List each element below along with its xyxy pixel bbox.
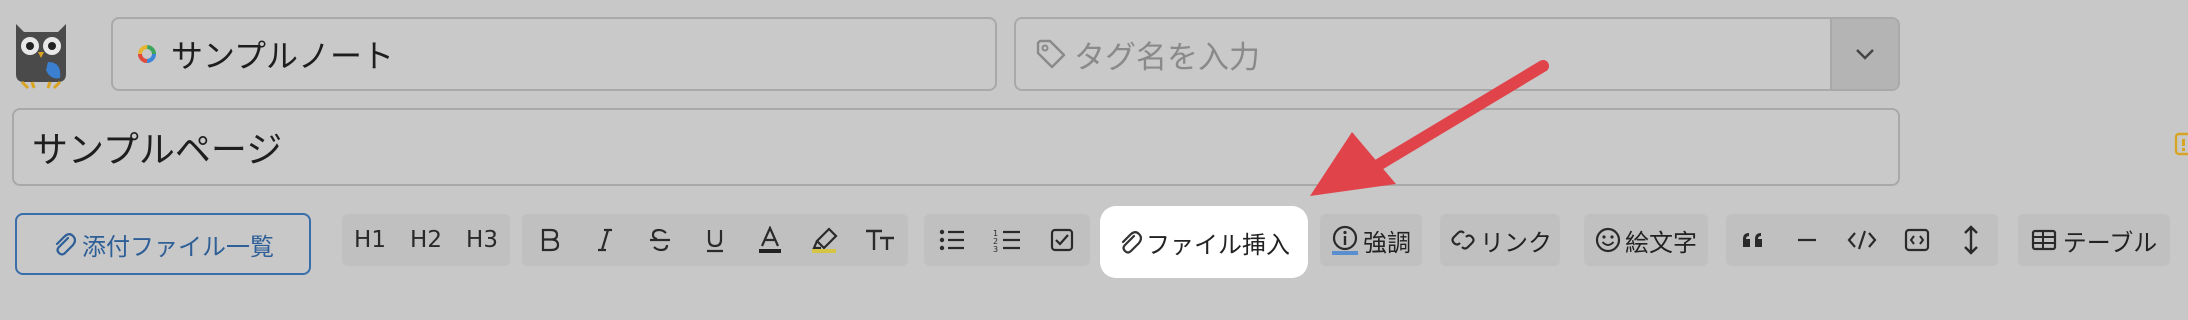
numbered-list-button[interactable]: 123 bbox=[979, 214, 1034, 266]
side-panel-icon[interactable] bbox=[2170, 130, 2188, 160]
line-height-button[interactable] bbox=[1944, 214, 1998, 266]
file-insert-label: ファイル挿入 bbox=[1146, 230, 1290, 259]
svg-text:3: 3 bbox=[993, 245, 998, 252]
notebook-ring-icon bbox=[138, 45, 156, 63]
file-insert-button[interactable]: ファイル挿入 bbox=[1100, 206, 1308, 278]
attachment-list-button[interactable]: 添付ファイル一覧 bbox=[15, 213, 311, 275]
page-title: サンプルページ bbox=[32, 130, 283, 171]
italic-button[interactable] bbox=[577, 214, 632, 266]
emoji-icon bbox=[1595, 227, 1621, 253]
heading-1-label: H1 bbox=[354, 227, 386, 253]
link-label: リンク bbox=[1480, 228, 1552, 257]
underline-icon bbox=[706, 230, 723, 253]
checklist-button[interactable] bbox=[1034, 214, 1090, 266]
table-icon bbox=[2031, 229, 2056, 251]
list-group: 123 bbox=[924, 214, 1090, 266]
link-button[interactable]: リンク bbox=[1440, 214, 1560, 266]
chevron-down-icon bbox=[1856, 49, 1874, 60]
tag-input[interactable]: タグ名を入力 bbox=[1014, 17, 1900, 91]
notebook-name: サンプルノート bbox=[171, 37, 395, 75]
tag-input-placeholder: タグ名を入力 bbox=[1074, 39, 1260, 76]
code-block-button[interactable] bbox=[1890, 214, 1944, 266]
text-color-icon bbox=[758, 226, 781, 253]
table-button[interactable]: テーブル bbox=[2018, 214, 2170, 266]
tag-dropdown-button[interactable] bbox=[1830, 19, 1898, 89]
italic-icon bbox=[597, 228, 612, 252]
heading-3-button[interactable]: H3 bbox=[454, 214, 510, 266]
code-icon bbox=[1847, 230, 1877, 250]
heading-2-button[interactable]: H2 bbox=[398, 214, 454, 266]
attachment-list-label: 添付ファイル一覧 bbox=[82, 232, 274, 261]
bold-icon bbox=[541, 228, 559, 252]
highlighter-icon bbox=[811, 227, 838, 253]
inline-code-button[interactable] bbox=[1834, 214, 1890, 266]
heading-group: H1 H2 H3 bbox=[342, 214, 510, 266]
underline-button[interactable] bbox=[687, 214, 742, 266]
paperclip-icon bbox=[55, 233, 76, 256]
strikethrough-icon bbox=[649, 228, 670, 252]
heading-3-label: H3 bbox=[466, 227, 498, 253]
emoji-label: 絵文字 bbox=[1625, 228, 1697, 257]
strikethrough-button[interactable] bbox=[632, 214, 687, 266]
text-color-button[interactable] bbox=[742, 214, 797, 266]
emphasis-button[interactable]: 強調 bbox=[1320, 214, 1422, 266]
horizontal-rule-icon bbox=[1798, 238, 1816, 242]
checklist-icon bbox=[1050, 228, 1074, 252]
horizontal-rule-button[interactable] bbox=[1780, 214, 1834, 266]
quote-icon bbox=[1743, 233, 1762, 247]
tag-icon bbox=[1036, 39, 1066, 69]
paperclip-icon bbox=[1121, 231, 1142, 254]
bullet-list-icon bbox=[939, 229, 964, 251]
numbered-list-icon: 123 bbox=[993, 229, 1020, 252]
bold-button[interactable] bbox=[522, 214, 577, 266]
bullet-list-button[interactable] bbox=[924, 214, 979, 266]
highlight-button[interactable] bbox=[797, 214, 852, 266]
quote-button[interactable] bbox=[1726, 214, 1780, 266]
font-size-icon bbox=[866, 229, 894, 250]
format-group bbox=[522, 214, 908, 266]
code-block-icon bbox=[1904, 228, 1930, 252]
page-title-input[interactable]: サンプルページ bbox=[12, 108, 1900, 186]
font-size-button[interactable] bbox=[852, 214, 908, 266]
heading-1-button[interactable]: H1 bbox=[342, 214, 398, 266]
link-icon bbox=[1451, 230, 1475, 250]
table-label: テーブル bbox=[2062, 228, 2158, 257]
info-icon bbox=[1332, 225, 1358, 255]
misc-group bbox=[1726, 214, 1998, 266]
emphasis-label: 強調 bbox=[1363, 228, 1411, 257]
heading-2-label: H2 bbox=[410, 227, 442, 253]
notebook-select[interactable]: サンプルノート bbox=[111, 17, 997, 91]
owl-logo-icon bbox=[10, 18, 72, 90]
emoji-button[interactable]: 絵文字 bbox=[1584, 214, 1708, 266]
line-height-icon bbox=[1964, 225, 1978, 255]
